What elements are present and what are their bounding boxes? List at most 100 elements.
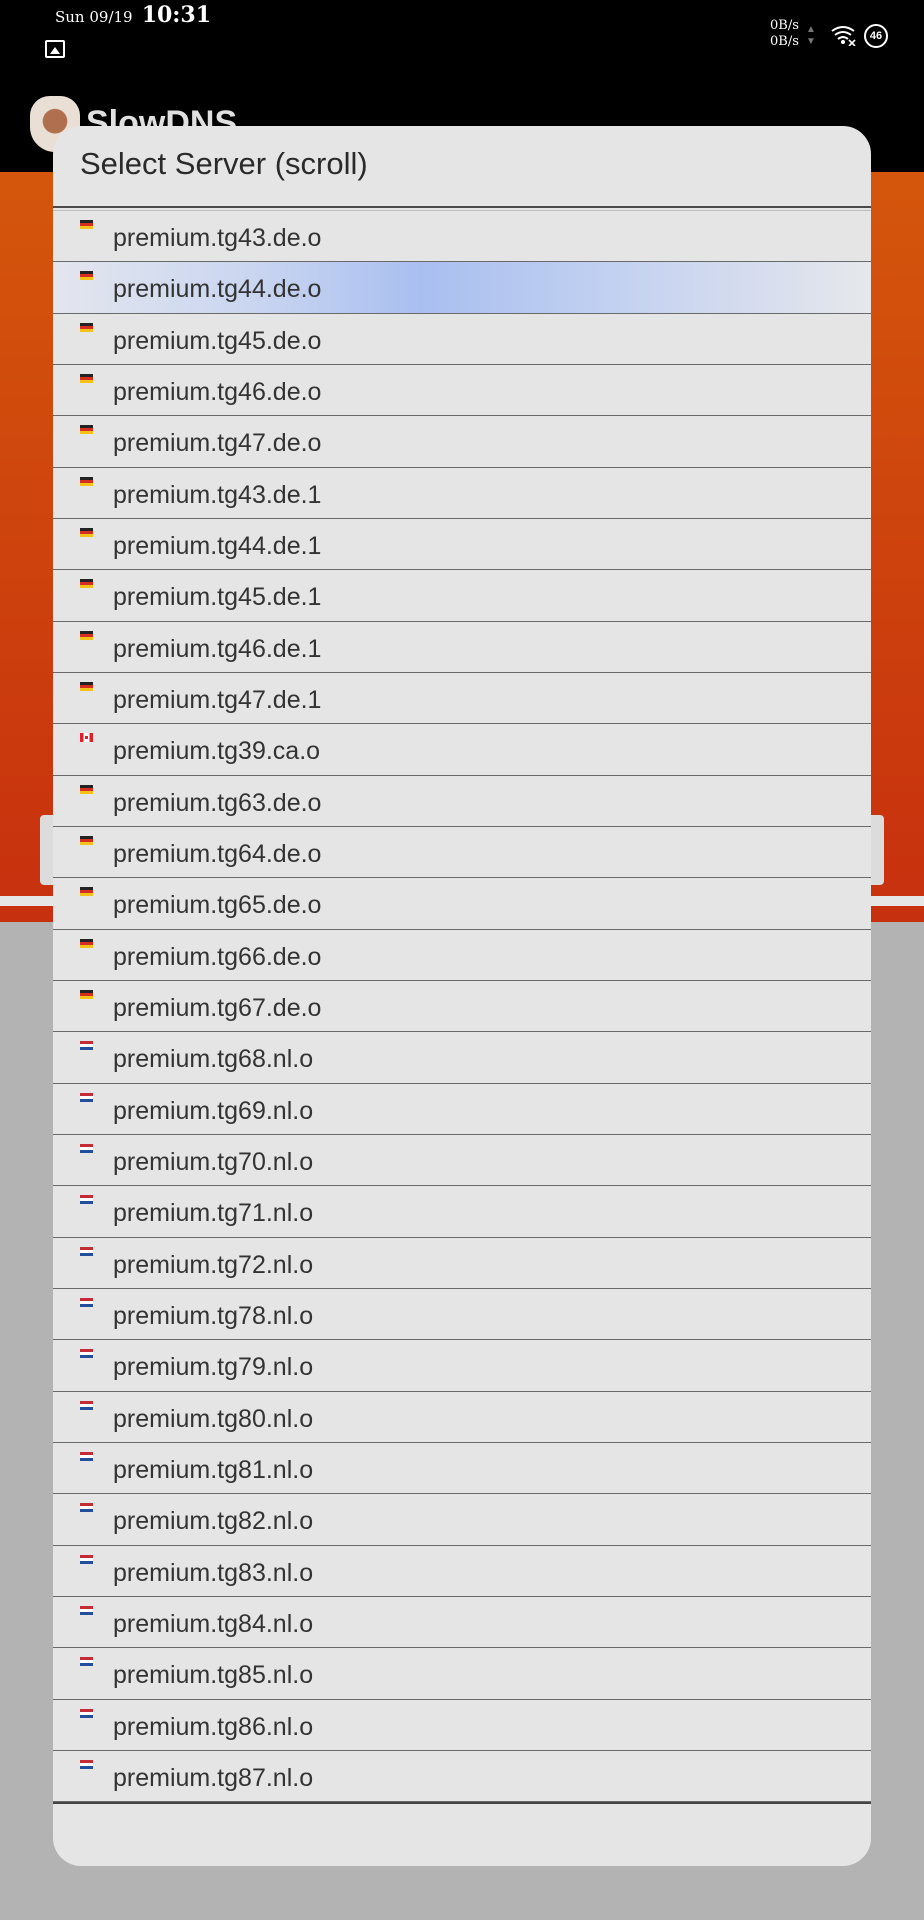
server-item[interactable]: premium.tg47.de.o [53,416,871,468]
server-item[interactable]: premium.tg70.nl.o [53,1134,871,1187]
germany-flag-icon [80,579,93,589]
battery-icon: 46 [864,24,888,48]
server-item[interactable]: premium.tg66.de.o [53,929,871,981]
server-label: premium.tg81.nl.o [113,1455,314,1484]
server-item[interactable]: premium.tg86.nl.o [53,1699,871,1751]
netherlands-flag-icon [80,1349,93,1359]
germany-flag-icon [80,425,93,435]
network-speed: 0B/s 0B/s [770,18,799,50]
germany-flag-icon [80,271,93,281]
server-label: premium.tg44.de.o [113,275,322,304]
server-label: premium.tg43.de.1 [113,480,322,509]
server-item[interactable]: premium.tg69.nl.o [53,1083,871,1135]
server-label: premium.tg67.de.o [113,993,322,1022]
server-item[interactable]: premium.tg43.de.o [53,211,871,263]
netherlands-flag-icon [80,1708,93,1718]
gallery-notification-icon [45,40,65,58]
server-label: premium.tg72.nl.o [113,1250,314,1279]
germany-flag-icon [80,630,93,640]
server-label: premium.tg86.nl.o [113,1712,314,1741]
netherlands-flag-icon [80,1041,93,1051]
germany-flag-icon [80,220,93,229]
germany-flag-icon [80,938,93,948]
server-label: premium.tg85.nl.o [113,1661,314,1690]
server-label: premium.tg79.nl.o [113,1353,314,1382]
server-label: premium.tg47.de.o [113,429,322,458]
server-select-dialog: Select Server (scroll) premium.tg43.de.o… [53,126,871,1866]
server-item[interactable]: premium.tg67.de.o [53,980,871,1033]
server-item[interactable]: premium.tg65.de.o [53,878,871,930]
server-item[interactable]: premium.tg72.nl.o [53,1237,871,1289]
netherlands-flag-icon [80,1143,93,1153]
server-label: premium.tg70.nl.o [113,1147,314,1176]
server-label: premium.tg69.nl.o [113,1096,314,1125]
dialog-title-divider [53,206,871,208]
netherlands-flag-icon [80,1657,93,1667]
netherlands-flag-icon [80,1092,93,1102]
server-label: premium.tg87.nl.o [113,1763,314,1792]
list-bottom-divider [53,1802,871,1804]
server-item[interactable]: premium.tg47.de.1 [53,672,871,725]
server-label: premium.tg45.de.1 [113,583,322,612]
server-label: premium.tg71.nl.o [113,1199,314,1228]
netherlands-flag-icon [80,1451,93,1461]
server-label: premium.tg47.de.1 [113,685,322,714]
netherlands-flag-icon [80,1605,93,1615]
server-item[interactable]: premium.tg71.nl.o [53,1186,871,1238]
dialog-title: Select Server (scroll) [80,146,368,181]
germany-flag-icon [80,373,93,383]
network-arrows-icon: ▲ ▼ [806,24,816,47]
server-label: premium.tg46.de.1 [113,634,322,663]
server-item[interactable]: premium.tg46.de.o [53,364,871,417]
server-item[interactable]: premium.tg81.nl.o [53,1442,871,1495]
netherlands-flag-icon [80,1246,93,1256]
status-clock: Sun 09/19 10:31 [55,2,211,28]
netherlands-flag-icon [80,1759,93,1769]
server-item[interactable]: premium.tg43.de.1 [53,467,871,519]
netherlands-flag-icon [80,1503,93,1513]
server-label: premium.tg64.de.o [113,839,322,868]
netherlands-flag-icon [80,1297,93,1307]
server-item[interactable]: premium.tg80.nl.o [53,1391,871,1443]
server-label: premium.tg65.de.o [113,891,322,920]
server-label: premium.tg46.de.o [113,377,322,406]
server-item[interactable]: premium.tg63.de.o [53,775,871,827]
germany-flag-icon [80,784,93,794]
server-item[interactable]: premium.tg82.nl.o [53,1494,871,1546]
server-item[interactable]: premium.tg68.nl.o [53,1032,871,1084]
server-label: premium.tg44.de.1 [113,531,322,560]
germany-flag-icon [80,476,93,486]
server-list[interactable]: premium.tg43.de.o premium.tg44.de.o premiu… [53,211,871,1803]
server-label: premium.tg83.nl.o [113,1558,314,1587]
status-time: 10:31 [141,2,212,28]
server-label: premium.tg45.de.o [113,326,322,355]
server-item[interactable]: premium.tg45.de.1 [53,570,871,622]
server-item[interactable]: premium.tg46.de.1 [53,621,871,673]
status-date: Sun 09/19 [55,8,133,26]
server-item[interactable]: premium.tg45.de.o [53,313,871,365]
server-label: premium.tg80.nl.o [113,1404,314,1433]
server-label: premium.tg43.de.o [113,224,322,252]
server-label: premium.tg39.ca.o [113,737,321,766]
server-item[interactable]: premium.tg87.nl.o [53,1750,871,1803]
server-item[interactable]: premium.tg79.nl.o [53,1340,871,1392]
netherlands-flag-icon [80,1400,93,1410]
germany-flag-icon [80,322,93,332]
server-item[interactable]: premium.tg85.nl.o [53,1648,871,1700]
server-item[interactable]: premium.tg64.de.o [53,826,871,879]
server-label: premium.tg68.nl.o [113,1045,314,1074]
server-item[interactable]: premium.tg78.nl.o [53,1288,871,1341]
server-label: premium.tg82.nl.o [113,1507,314,1536]
server-item[interactable]: premium.tg83.nl.o [53,1545,871,1597]
germany-flag-icon [80,887,93,897]
server-item[interactable]: premium.tg84.nl.o [53,1596,871,1649]
server-item[interactable]: premium.tg39.ca.o [53,724,871,776]
server-label: premium.tg78.nl.o [113,1301,314,1330]
germany-flag-icon [80,835,93,845]
network-speed-up: 0B/s [770,18,799,33]
server-item[interactable]: premium.tg44.de.o [53,262,871,314]
germany-flag-icon [80,527,93,537]
server-item[interactable]: premium.tg44.de.1 [53,518,871,571]
server-label: premium.tg84.nl.o [113,1609,314,1638]
network-speed-down: 0B/s [770,34,799,49]
